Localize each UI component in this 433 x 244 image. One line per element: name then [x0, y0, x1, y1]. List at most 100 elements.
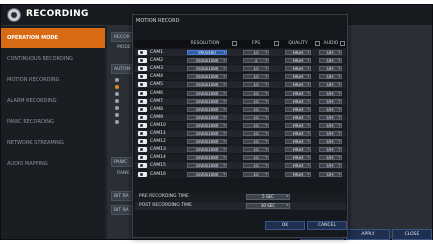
fps-select[interactable]: 15 ▾	[243, 74, 269, 80]
fps-select[interactable]: 15 ▾	[243, 66, 269, 72]
audio-batch-edit-icon[interactable]	[340, 41, 345, 46]
bg-radio[interactable]	[115, 78, 119, 82]
resolution-select[interactable]: 1920x1080 ▾	[187, 147, 227, 153]
resolution-select[interactable]: 1920x1080 ▾	[187, 122, 227, 128]
pre-recording-select[interactable]: 5 SEC ▾	[246, 194, 290, 200]
quality-select[interactable]: HIGH ▾	[285, 139, 311, 145]
table-row: CAM11 1920x1080 ▾ 15 ▾ HIGH ▾ OFF ▾	[135, 130, 346, 137]
fps-select[interactable]: 15 ▾	[243, 155, 269, 161]
resolution-select[interactable]: 1920x1080 ▾	[187, 82, 227, 88]
table-row: CAM10 1920x1080 ▾ 15 ▾ HIGH ▾ OFF ▾	[135, 121, 346, 129]
camera-name: CAM4	[150, 74, 163, 80]
quality-select[interactable]: HIGH ▾	[285, 163, 311, 169]
quality-select[interactable]: HIGH ▾	[285, 58, 311, 64]
resolution-select[interactable]: 1920x1080 ▾	[187, 171, 227, 177]
audio-select[interactable]: OFF ▾	[319, 131, 342, 136]
audio-select[interactable]: OFF ▾	[319, 66, 342, 72]
quality-batch-edit-icon[interactable]	[315, 41, 320, 46]
resolution-select[interactable]: 1920x1080 ▾	[187, 163, 227, 169]
audio-select[interactable]: OFF ▾	[319, 98, 342, 104]
resolution-select[interactable]: 1920x1080 ▾	[187, 155, 227, 161]
sidebar-item[interactable]: NETWORK STREAMING	[1, 133, 105, 153]
sidebar-item[interactable]: MOTION RECORDING	[1, 70, 105, 90]
quality-select[interactable]: HIGH ▾	[285, 147, 311, 153]
quality-select[interactable]: HIGH ▾	[285, 74, 311, 80]
quality-select[interactable]: HIGH ▾	[285, 98, 311, 104]
resolution-select[interactable]: 1920x1080 ▾	[187, 106, 227, 112]
fps-select[interactable]: 15 ▾	[243, 122, 269, 128]
fps-select[interactable]: 15 ▾	[243, 139, 269, 145]
quality-select[interactable]: HIGH ▾	[285, 131, 311, 136]
bg-radio[interactable]	[115, 99, 119, 103]
audio-value: OFF	[326, 82, 335, 88]
fps-select[interactable]: 15 ▾	[243, 90, 269, 96]
ok-button[interactable]: OK	[265, 221, 305, 230]
sidebar-item[interactable]: PANIC RECORDING	[1, 112, 105, 132]
resolution-select[interactable]: 1920x1080 ▾	[187, 74, 227, 80]
resolution-select[interactable]: 1920x1080 ▾	[187, 114, 227, 120]
audio-select[interactable]: OFF ▾	[319, 155, 342, 161]
fps-select[interactable]: 15 ▾	[243, 147, 269, 153]
fps-batch-edit-icon[interactable]	[274, 41, 279, 46]
audio-select[interactable]: OFF ▾	[319, 82, 342, 88]
quality-select[interactable]: HIGH ▾	[285, 114, 311, 120]
quality-select[interactable]: HIGH ▾	[285, 122, 311, 128]
audio-select[interactable]: OFF ▾	[319, 106, 342, 112]
camera-name: CAM12	[150, 139, 166, 145]
fps-select[interactable]: 15 ▾	[243, 171, 269, 177]
audio-value: OFF	[326, 147, 335, 153]
resolution-select[interactable]: 1920x1080 ▾	[187, 90, 227, 96]
audio-select[interactable]: OFF ▾	[319, 90, 342, 96]
fps-value: 15	[253, 171, 259, 177]
table-row: CAM9 1920x1080 ▾ 15 ▾ HIGH ▾ OFF ▾	[135, 113, 346, 121]
sidebar-item[interactable]: CONTINUOUS RECORDING	[1, 49, 105, 69]
camera-name: CAM11	[150, 131, 166, 136]
bg-radio-selected[interactable]	[115, 85, 119, 89]
audio-value: OFF	[326, 114, 335, 120]
sidebar-item[interactable]: OPERATION MODE	[1, 28, 105, 48]
dialog-cancel-button[interactable]: CANCEL	[307, 221, 347, 230]
audio-select[interactable]: OFF ▾	[319, 147, 342, 153]
sidebar-item[interactable]: ALARM RECORDING	[1, 91, 105, 111]
resolution-select[interactable]: 1920x1080 ▾	[187, 66, 227, 72]
audio-select[interactable]: OFF ▾	[319, 163, 342, 169]
resolution-select[interactable]: 960x480 ▾	[187, 50, 227, 55]
chevron-down-icon: ▾	[223, 90, 225, 95]
audio-select[interactable]: OFF ▾	[319, 58, 342, 64]
resolution-select[interactable]: 1920x1080 ▾	[187, 58, 227, 64]
fps-select[interactable]: 15 ▾	[243, 106, 269, 112]
chevron-down-icon: ▾	[338, 58, 340, 63]
fps-select[interactable]: 15 ▾	[243, 163, 269, 169]
footer-close-button[interactable]: CLOSE	[392, 229, 432, 240]
resolution-select[interactable]: 1920x1080 ▾	[187, 139, 227, 145]
fps-select[interactable]: 1 ▾	[243, 58, 269, 64]
quality-select[interactable]: HIGH ▾	[285, 66, 311, 72]
quality-select[interactable]: HIGH ▾	[285, 106, 311, 112]
fps-select[interactable]: 15 ▾	[243, 50, 269, 55]
fps-select[interactable]: 15 ▾	[243, 114, 269, 120]
bg-radio[interactable]	[115, 120, 119, 124]
audio-select[interactable]: OFF ▾	[319, 122, 342, 128]
resolution-select[interactable]: 1920x1080 ▾	[187, 131, 227, 136]
audio-select[interactable]: OFF ▾	[319, 139, 342, 145]
fps-select[interactable]: 15 ▾	[243, 82, 269, 88]
quality-select[interactable]: HIGH ▾	[285, 82, 311, 88]
quality-select[interactable]: HIGH ▾	[285, 171, 311, 177]
quality-select[interactable]: HIGH ▾	[285, 155, 311, 161]
audio-select[interactable]: OFF ▾	[319, 114, 342, 120]
fps-select[interactable]: 15 ▾	[243, 98, 269, 104]
quality-select[interactable]: HIGH ▾	[285, 90, 311, 96]
resolution-batch-edit-icon[interactable]	[232, 41, 237, 46]
bg-radio[interactable]	[115, 106, 119, 110]
post-recording-select[interactable]: 30 SEC ▾	[246, 203, 290, 209]
fps-select[interactable]: 15 ▾	[243, 131, 269, 136]
bg-radio[interactable]	[115, 92, 119, 96]
audio-select[interactable]: OFF ▾	[319, 171, 342, 177]
footer-apply-button[interactable]: APPLY	[346, 229, 390, 240]
bg-radio[interactable]	[115, 113, 119, 117]
resolution-select[interactable]: 1920x1080 ▾	[187, 98, 227, 104]
sidebar-item[interactable]: AUDIO MAPPING	[1, 154, 105, 174]
quality-select[interactable]: HIGH ▾	[285, 50, 311, 55]
audio-select[interactable]: OFF ▾	[319, 50, 342, 55]
audio-select[interactable]: OFF ▾	[319, 74, 342, 80]
